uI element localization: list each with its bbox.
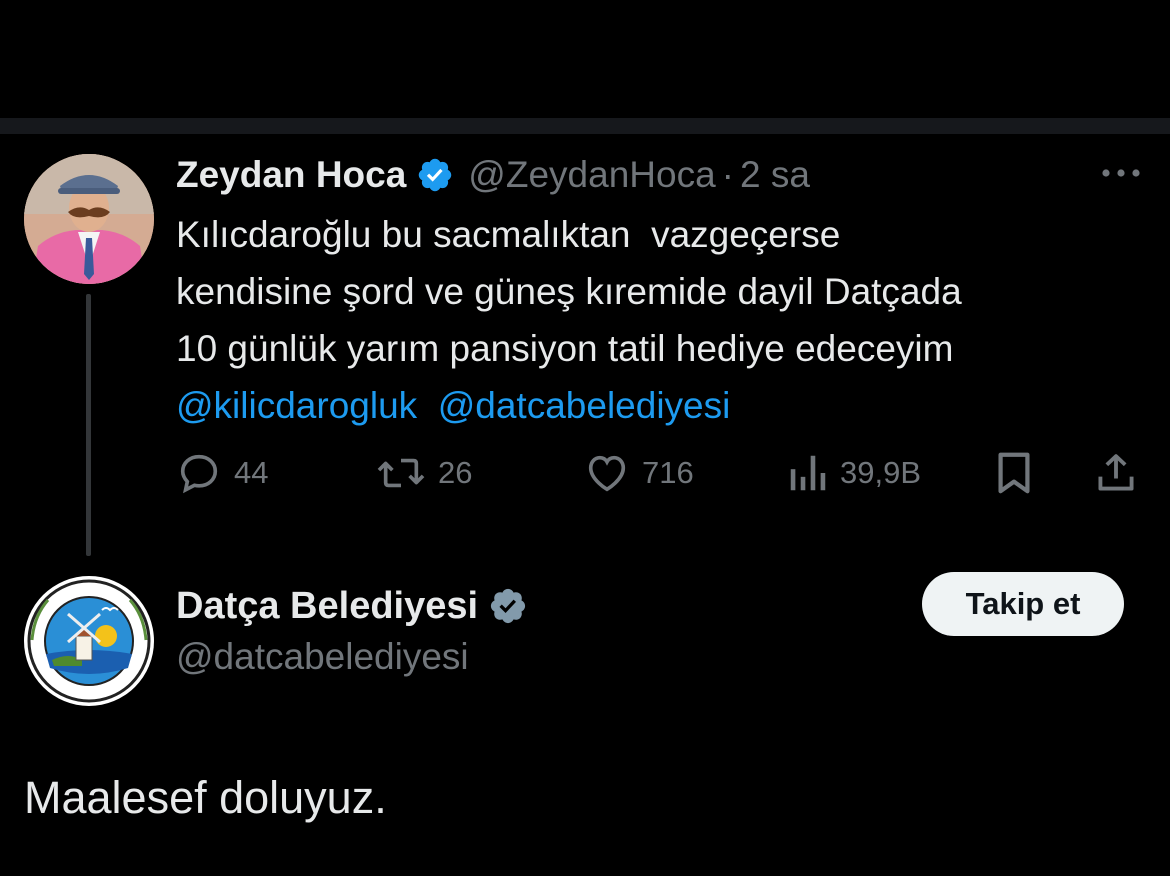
mention-link[interactable]: @datcabelediyesi	[438, 385, 731, 426]
tweet-text: Kılıcdaroğlu bu sacmalıktan vazgeçerse k…	[176, 206, 1136, 434]
tweet-header: Zeydan Hoca @ZeydanHoca · 2 sa	[176, 150, 810, 200]
mention-link[interactable]: @kilicdarogluk	[176, 385, 417, 426]
reply-author-handle[interactable]: @datcabelediyesi	[176, 636, 469, 678]
heart-icon	[588, 455, 626, 492]
views-button[interactable]: 39,9B	[788, 448, 921, 498]
reply-icon	[180, 454, 218, 494]
author-handle[interactable]: @ZeydanHoca	[468, 154, 715, 196]
tweet-timestamp[interactable]: 2 sa	[740, 154, 810, 196]
datca-belediyesi-avatar[interactable]	[24, 576, 154, 706]
zeydan-hoca-avatar[interactable]	[24, 154, 154, 284]
like-count: 716	[642, 455, 694, 490]
reply-header: Datça Belediyesi	[176, 580, 528, 632]
tweet-text-line: 10 günlük yarım pansiyon tatil hediye ed…	[176, 328, 954, 369]
tweet-action-bar: 44 26 716 39,9B	[176, 448, 1146, 498]
share-icon	[1098, 454, 1134, 491]
tweet-text-line: kendisine şord ve güneş kıremide dayil D…	[176, 271, 962, 312]
retweet-icon	[377, 458, 425, 488]
reply-text: Maalesef doluyuz.	[24, 772, 387, 823]
reply-author-display-name[interactable]: Datça Belediyesi	[176, 585, 478, 628]
follow-button[interactable]: Takip et	[922, 572, 1124, 636]
bookmark-icon	[998, 452, 1030, 494]
share-button[interactable]	[1094, 448, 1138, 498]
retweet-button[interactable]: 26	[376, 448, 472, 498]
bookmark-button[interactable]	[994, 448, 1034, 498]
reply-count: 44	[234, 455, 269, 490]
views-count: 39,9B	[840, 455, 922, 490]
separator-dot: ·	[721, 154, 734, 195]
reply-button[interactable]: 44	[176, 448, 268, 498]
section-divider	[0, 118, 1170, 134]
thread-connector-line	[86, 294, 91, 556]
tweet-text-line: Kılıcdaroğlu bu sacmalıktan vazgeçerse	[176, 214, 841, 255]
author-display-name[interactable]: Zeydan Hoca	[176, 154, 406, 196]
verified-badge-icon[interactable]	[416, 156, 454, 194]
more-options-icon[interactable]	[1098, 158, 1144, 188]
retweet-count: 26	[438, 455, 473, 490]
like-button[interactable]: 716	[584, 448, 694, 498]
verified-gray-badge-icon[interactable]	[488, 586, 528, 626]
views-chart-icon	[790, 455, 826, 491]
